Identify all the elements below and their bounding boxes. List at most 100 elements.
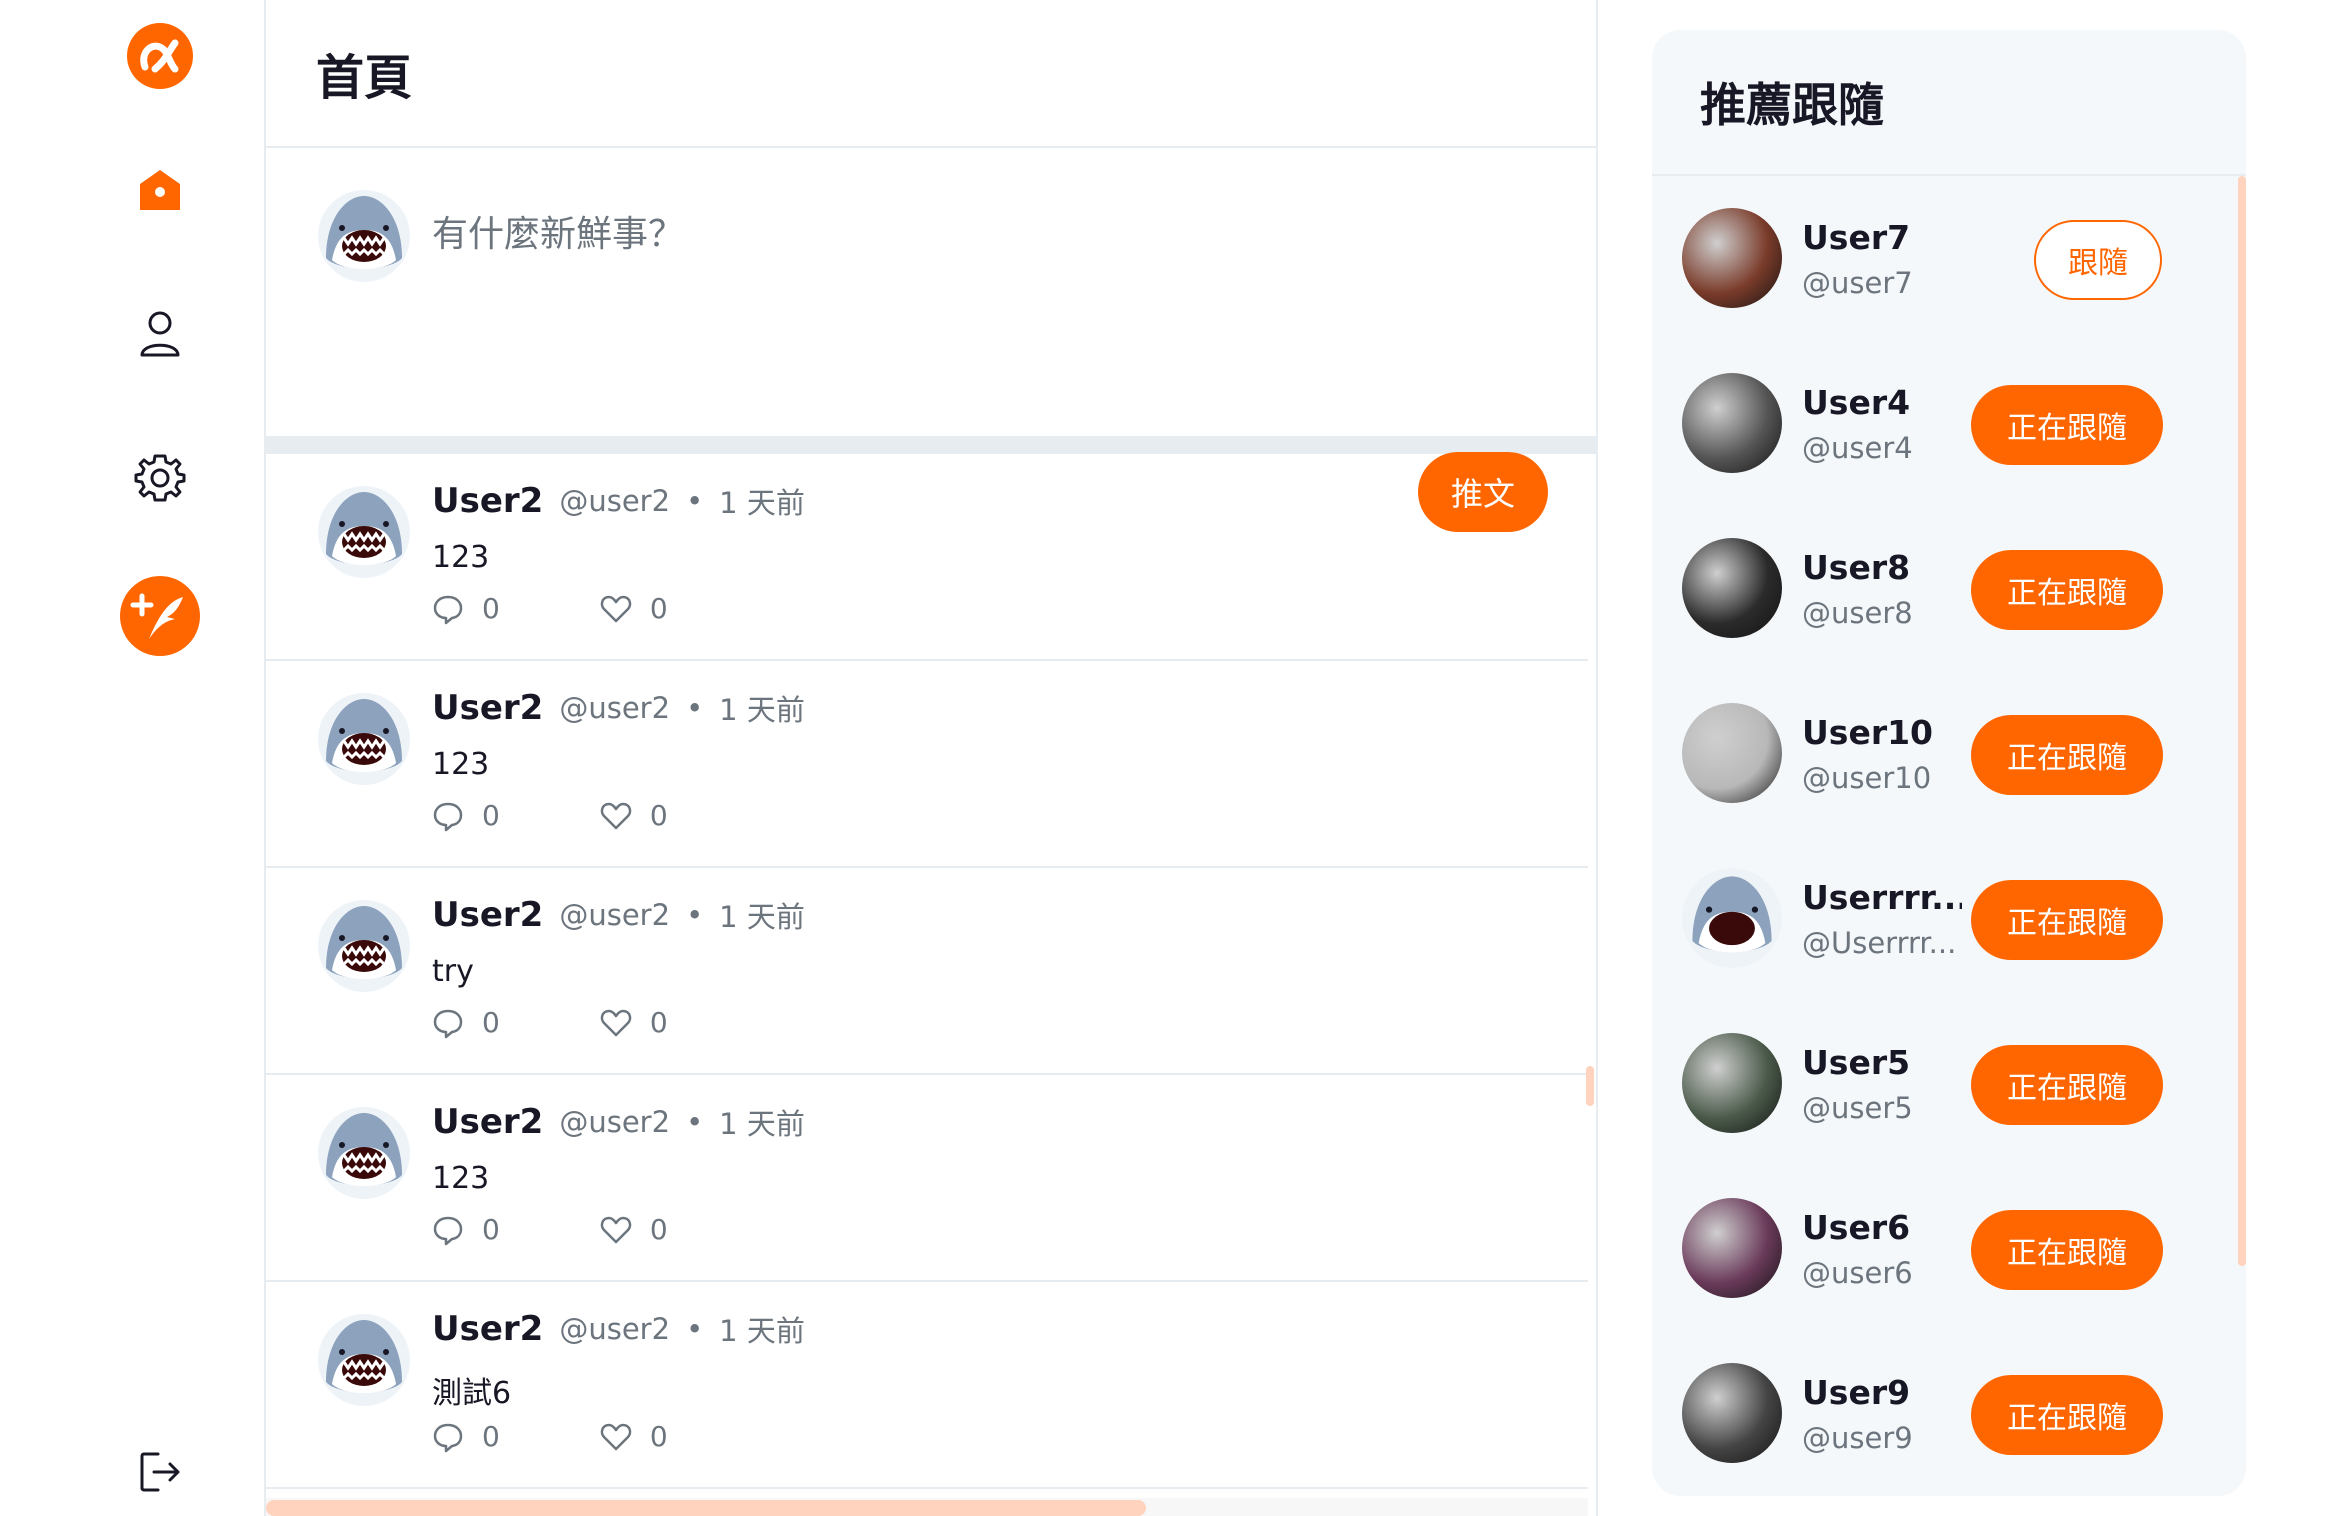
avatar[interactable] [1682, 1198, 1782, 1298]
reply-button[interactable]: 0 [432, 1213, 500, 1246]
page-title: 首頁 [316, 50, 413, 106]
post-timestamp: 1 天前 [719, 693, 805, 727]
post-item[interactable]: User2 @user2 • 1 天前 123 0 0 [266, 1075, 1588, 1282]
post-header: User2 @user2 • 1 天前 [432, 1101, 805, 1143]
post-author-handle: @user2 [559, 898, 671, 932]
reply-icon [433, 1423, 463, 1452]
like-button[interactable]: 0 [600, 799, 668, 832]
reply-button[interactable]: 0 [432, 799, 500, 832]
avatar[interactable] [316, 1312, 412, 1412]
reply-button[interactable]: 0 [432, 592, 500, 625]
separator-dot: • [686, 898, 704, 932]
heart-icon [600, 1009, 632, 1036]
heart-icon [600, 595, 632, 622]
recommend-user-name[interactable]: User7 [1802, 218, 1962, 257]
recommend-user[interactable]: User5 @user5 正在跟隨 [1652, 1001, 2246, 1166]
logout-icon[interactable] [103, 1430, 217, 1514]
reply-icon [433, 1216, 463, 1245]
follow-button[interactable]: 正在跟隨 [1971, 385, 2163, 465]
recommend-user[interactable]: User4 @user4 正在跟隨 [1652, 341, 2246, 506]
reply-button[interactable]: 0 [432, 1006, 500, 1039]
avatar[interactable] [316, 898, 412, 998]
home-icon[interactable] [103, 148, 217, 232]
post-feed[interactable]: User2 @user2 • 1 天前 123 0 0 User2 @user2… [266, 454, 1596, 1516]
recommend-user-name[interactable]: User9 [1802, 1373, 1962, 1412]
post-item[interactable]: User2 @user2 • 1 天前 try 0 0 [266, 868, 1588, 1075]
follow-button[interactable]: 正在跟隨 [1971, 1045, 2163, 1125]
recommend-user[interactable]: Userrrr... @Userrrr... 正在跟隨 [1652, 836, 2246, 1001]
user-icon[interactable] [103, 292, 217, 376]
post-item[interactable]: User2 @user2 • 1 天前 123 0 0 [266, 661, 1588, 868]
recommend-user[interactable]: User9 @user9 正在跟隨 [1652, 1331, 2246, 1496]
logo-icon[interactable] [103, 14, 217, 98]
separator-dot: • [686, 484, 704, 518]
recommend-user[interactable]: User6 @user6 正在跟隨 [1652, 1166, 2246, 1331]
follow-button[interactable]: 正在跟隨 [1971, 715, 2163, 795]
avatar[interactable] [1682, 868, 1782, 968]
separator-dot: • [686, 691, 704, 725]
like-count: 0 [649, 1420, 668, 1453]
recommend-user[interactable]: User8 @user8 正在跟隨 [1652, 506, 2246, 671]
post-author-handle: @user2 [559, 1105, 671, 1139]
post-item[interactable]: User2 @user2 • 1 天前 測試6 0 0 [266, 1282, 1588, 1489]
recommend-user-name[interactable]: User6 [1802, 1208, 1962, 1247]
follow-button[interactable]: 正在跟隨 [1971, 1375, 2163, 1455]
post-author-handle: @user2 [559, 484, 671, 518]
post-actions: 0 0 [432, 592, 768, 625]
recommend-panel: 推薦跟隨 User7 @user7 跟隨 User4 @user4 正在跟隨 U… [1652, 30, 2246, 1496]
avatar[interactable] [1682, 208, 1782, 308]
recommend-user-handle: @user4 [1802, 431, 1913, 465]
recommend-user-name[interactable]: User4 [1802, 383, 1962, 422]
recommend-user-name[interactable]: Userrrr... [1802, 878, 1962, 917]
follow-button[interactable]: 正在跟隨 [1971, 880, 2163, 960]
add-tweet-icon[interactable] [103, 574, 217, 658]
reply-count: 0 [482, 1420, 500, 1453]
heart-icon [600, 1216, 632, 1243]
recommend-user-name[interactable]: User5 [1802, 1043, 1962, 1082]
like-button[interactable]: 0 [600, 592, 668, 625]
like-count: 0 [649, 799, 668, 832]
recommend-scrollbar[interactable] [2238, 176, 2246, 1266]
recommend-user-name[interactable]: User8 [1802, 548, 1962, 587]
feed-scrollbar[interactable] [1586, 1066, 1594, 1106]
recommend-user-name[interactable]: User10 [1802, 713, 1962, 752]
avatar[interactable] [1682, 373, 1782, 473]
recommend-user[interactable]: User10 @user10 正在跟隨 [1652, 671, 2246, 836]
post-item[interactable]: User2 @user2 • 1 天前 123 0 0 [266, 454, 1588, 661]
like-count: 0 [649, 1213, 668, 1246]
tweet-input[interactable] [432, 204, 1432, 264]
avatar[interactable] [316, 691, 412, 791]
post-actions: 0 0 [432, 1213, 768, 1246]
like-button[interactable]: 0 [600, 1420, 668, 1453]
gear-icon[interactable] [103, 436, 217, 520]
follow-button[interactable]: 跟隨 [2034, 220, 2162, 300]
post-text: 123 [432, 540, 490, 575]
recommend-list: User7 @user7 跟隨 User4 @user4 正在跟隨 User8 … [1652, 176, 2246, 1496]
post-author-name[interactable]: User2 [432, 1309, 543, 1349]
avatar[interactable] [316, 484, 412, 584]
avatar[interactable] [1682, 703, 1782, 803]
post-author-name[interactable]: User2 [432, 481, 543, 521]
reply-count: 0 [482, 592, 500, 625]
post-author-name[interactable]: User2 [432, 895, 543, 935]
avatar[interactable] [1682, 538, 1782, 638]
avatar[interactable] [1682, 1033, 1782, 1133]
like-button[interactable]: 0 [600, 1213, 668, 1246]
reply-button[interactable]: 0 [432, 1420, 500, 1453]
recommend-user[interactable]: User7 @user7 跟隨 [1652, 176, 2246, 341]
horizontal-scrollbar[interactable] [266, 1498, 1588, 1516]
recommend-user-handle: @user8 [1802, 596, 1913, 630]
follow-button[interactable]: 正在跟隨 [1971, 1210, 2163, 1290]
recommend-user-handle: @user10 [1802, 761, 1932, 795]
avatar[interactable] [316, 1105, 412, 1205]
post-author-name[interactable]: User2 [432, 1102, 543, 1142]
post-text: try [432, 954, 474, 989]
like-button[interactable]: 0 [600, 1006, 668, 1039]
heart-icon [600, 1423, 632, 1450]
follow-button[interactable]: 正在跟隨 [1971, 550, 2163, 630]
post-header: User2 @user2 • 1 天前 [432, 894, 805, 936]
main-column: 首頁 推文 [266, 0, 1598, 1516]
avatar[interactable] [1682, 1363, 1782, 1463]
post-author-name[interactable]: User2 [432, 688, 543, 728]
horizontal-scrollbar-thumb[interactable] [266, 1500, 1146, 1516]
